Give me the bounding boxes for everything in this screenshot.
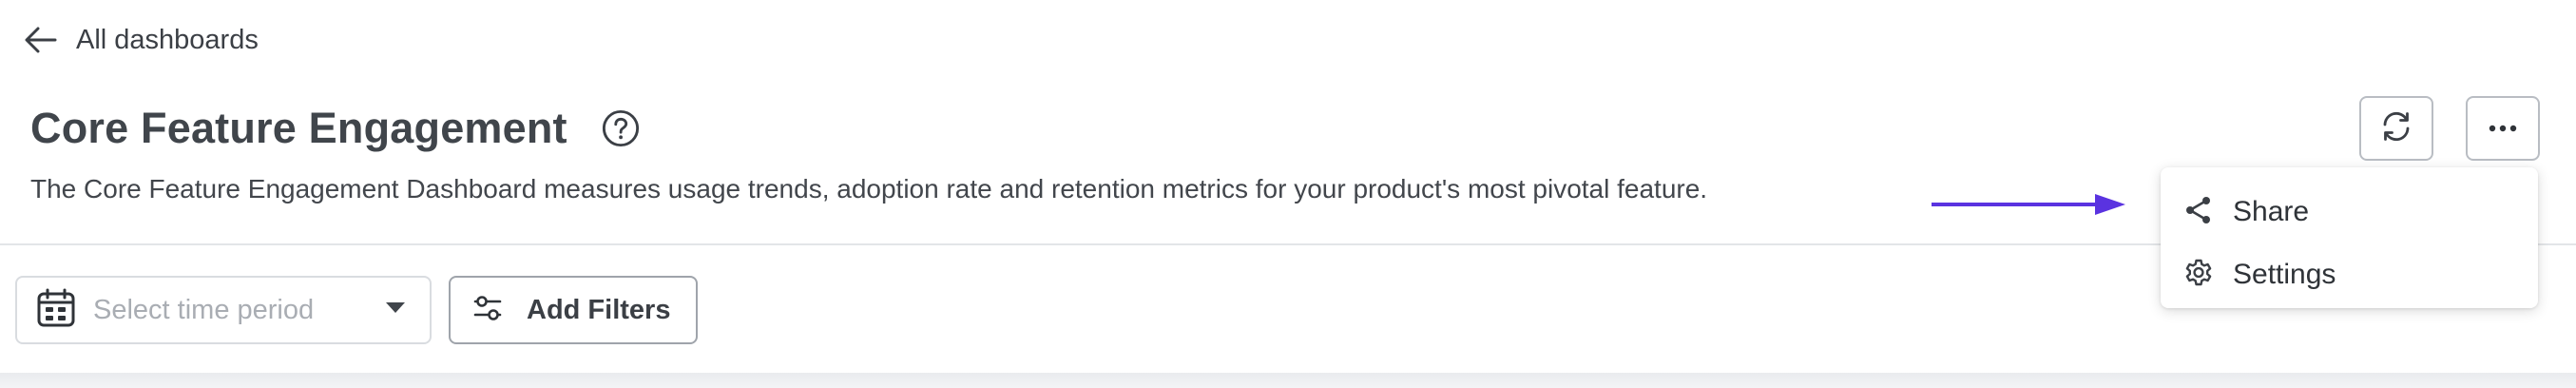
share-icon: [2183, 195, 2214, 230]
back-to-dashboards-link[interactable]: All dashboards: [25, 17, 259, 63]
back-link-label: All dashboards: [76, 24, 259, 55]
content-area-edge: [0, 373, 2576, 388]
dashboard-description: The Core Feature Engagement Dashboard me…: [30, 174, 1708, 204]
title-row: Core Feature Engagement: [30, 95, 640, 162]
refresh-button[interactable]: [2359, 96, 2433, 161]
more-horizontal-icon: [2489, 120, 2517, 137]
more-options-menu: Share Settings: [2161, 167, 2538, 308]
gear-icon: [2183, 258, 2214, 293]
arrow-left-icon: [25, 27, 57, 53]
menu-item-share-label: Share: [2233, 196, 2310, 227]
time-period-placeholder: Select time period: [93, 294, 315, 325]
page-title: Core Feature Engagement: [30, 104, 567, 152]
more-options-button[interactable]: [2466, 96, 2540, 161]
help-icon[interactable]: [602, 109, 640, 147]
menu-item-settings-label: Settings: [2233, 259, 2336, 290]
add-filters-button[interactable]: Add Filters: [449, 276, 698, 344]
time-period-select[interactable]: Select time period: [15, 276, 432, 344]
annotation-arrow-icon: [1932, 188, 2127, 225]
filter-sliders-icon: [473, 294, 502, 327]
caret-down-icon: [386, 301, 405, 319]
menu-item-settings[interactable]: Settings: [2161, 243, 2538, 306]
dashboard-header-page: All dashboards Core Feature Engagement T…: [0, 0, 2576, 388]
menu-item-share[interactable]: Share: [2161, 181, 2538, 243]
add-filters-label: Add Filters: [527, 294, 671, 325]
refresh-icon: [2379, 109, 2413, 148]
calendar-icon: [36, 288, 76, 333]
